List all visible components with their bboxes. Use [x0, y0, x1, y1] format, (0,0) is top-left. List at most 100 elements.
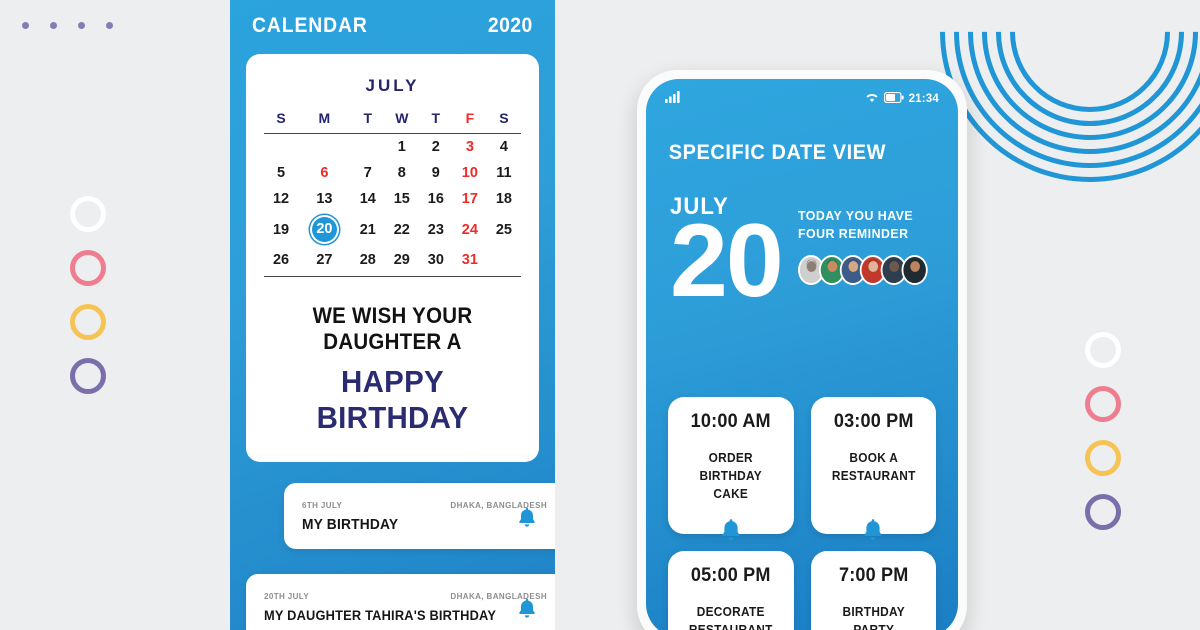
reminder-card[interactable]: 20TH JULY DHAKA, BANGLADESH MY DAUGHTER …: [246, 574, 555, 630]
calendar-day-cell[interactable]: 30: [418, 247, 453, 277]
screen-title: SPECIFIC DATE VIEW: [668, 141, 886, 164]
calendar-weekday-3: W: [384, 110, 419, 134]
calendar-day-cell[interactable]: 2: [419, 134, 453, 161]
decorative-ring: [1085, 494, 1121, 530]
avatar[interactable]: [901, 255, 928, 286]
reminder-card[interactable]: 6TH JULY DHAKA, BANGLADESH MY BIRTHDAY: [284, 483, 555, 549]
calendar-empty-cell: [486, 247, 521, 277]
calendar-weekday-1: M: [298, 110, 351, 134]
calendar-day-cell[interactable]: 27: [298, 247, 351, 277]
poster-title: CALENDAR: [252, 14, 368, 37]
wifi-icon: [865, 90, 879, 108]
date-block: JULY 20 TODAY YOU HAVE FOUR REMINDER: [646, 165, 958, 319]
wish-line-1: WE WISH YOUR DAUGHTER A: [312, 303, 473, 354]
event-time: 03:00 PM: [833, 411, 914, 432]
calendar-day-cell[interactable]: 14: [351, 186, 385, 212]
decorative-ring-column-left: [70, 196, 106, 394]
avatar-stack[interactable]: [798, 255, 929, 286]
event-description: ORDER BIRTHDAY CAKE: [699, 451, 763, 502]
bell-icon[interactable]: [862, 518, 884, 547]
calendar-week-row: 5 6 7 8 9 10 11: [264, 160, 521, 186]
calendar-day-cell[interactable]: 7: [351, 160, 385, 186]
calendar-week-row: 26 27 28 29 30 31: [264, 247, 521, 277]
decorative-arc-rings: [877, 0, 1200, 245]
decorative-dot: [22, 22, 29, 29]
calendar-day-cell[interactable]: 28: [350, 247, 385, 277]
event-description: DECORATERESTAURANT: [689, 605, 772, 630]
phone-month-label: JULY: [670, 193, 729, 220]
status-bar: 21:34: [646, 79, 958, 108]
reminder-meta: 20TH JULY DHAKA, BANGLADESH: [264, 592, 547, 601]
calendar-day-cell[interactable]: 22: [385, 212, 419, 247]
today-note-line-1: TODAY YOU HAVE: [798, 208, 914, 223]
event-time: 05:00 PM: [690, 565, 771, 586]
event-description: BOOK A RESTAURANT: [831, 451, 916, 484]
bell-icon[interactable]: [517, 598, 537, 625]
status-bar-right: 21:34: [865, 90, 939, 108]
calendar-day-cell[interactable]: 9: [419, 160, 453, 186]
signal-bars-icon: [665, 90, 680, 108]
decorative-ring: [1085, 440, 1121, 476]
wish-line-2: HAPPY BIRTHDAY: [316, 364, 469, 435]
calendar-empty-cell: [298, 134, 351, 161]
status-bar-time: 21:34: [908, 93, 939, 105]
decorative-ring: [1085, 332, 1121, 368]
calendar-day-cell[interactable]: 23: [419, 212, 453, 247]
calendar-day-cell[interactable]: 4: [487, 134, 521, 161]
event-time: 10:00 AM: [690, 411, 771, 432]
calendar-day-cell[interactable]: 10: [453, 160, 487, 186]
calendar-day-cell[interactable]: 5: [264, 160, 298, 186]
calendar-day-cell[interactable]: 3: [453, 134, 487, 161]
calendar-day-cell[interactable]: 29: [384, 247, 419, 277]
calendar-day-cell[interactable]: 17: [453, 186, 487, 212]
phone-mockup: 21:34 SPECIFIC DATE VIEW JULY 20 TODAY Y…: [637, 70, 967, 630]
calendar-day-cell[interactable]: 21: [351, 212, 385, 247]
calendar-day-cell[interactable]: 19: [264, 212, 298, 247]
event-card[interactable]: 7:00 PM BIRTHDAYPARTY: [810, 551, 936, 630]
poster-year: 2020: [488, 14, 533, 37]
decorative-ring: [70, 358, 106, 394]
calendar-selected-day[interactable]: 20: [311, 217, 337, 242]
battery-icon: [883, 90, 904, 108]
event-card[interactable]: 03:00 PM BOOK A RESTAURANT: [810, 397, 936, 540]
phone-day-number: 20: [670, 203, 784, 319]
calendar-day-cell[interactable]: 12: [264, 186, 298, 212]
event-card[interactable]: 05:00 PM DECORATERESTAURANT: [668, 551, 794, 630]
bell-icon[interactable]: [720, 518, 742, 547]
calendar-day-cell[interactable]: 25: [487, 212, 521, 247]
calendar-day-cell[interactable]: 20: [298, 212, 351, 247]
decorative-dot: [106, 22, 113, 29]
decorative-ring: [70, 196, 106, 232]
event-card[interactable]: 10:00 AM ORDER BIRTHDAY CAKE: [668, 397, 794, 540]
reminder-row-2: 20TH JULY DHAKA, BANGLADESH MY DAUGHTER …: [230, 574, 555, 630]
calendar-day-cell[interactable]: 1: [385, 134, 419, 161]
calendar-day-cell[interactable]: 24: [453, 212, 487, 247]
calendar-body[interactable]: 1 2 3 4 5 6 7 8 9 10 11 12 13 14 15 16 17 18 19 20 21 22 23 24 2…: [264, 134, 521, 277]
calendar-day-cell[interactable]: 11: [487, 160, 521, 186]
calendar-card: JULY SMTWTFS 1 2 3 4 5 6 7 8 9 10 11 12 13 14 15 16 17 18…: [246, 54, 539, 462]
calendar-weekday-6: S: [486, 110, 521, 134]
calendar-empty-cell: [264, 134, 298, 161]
calendar-weekday-5: F: [452, 110, 487, 134]
calendar-day-cell[interactable]: 8: [385, 160, 419, 186]
decorative-dot: [50, 22, 57, 29]
calendar-day-cell[interactable]: 16: [419, 186, 453, 212]
decorative-dot-grid: [22, 0, 152, 40]
poster-header: CALENDAR 2020: [230, 0, 555, 48]
decorative-ring: [70, 250, 106, 286]
calendar-weekday-0: S: [264, 110, 299, 134]
calendar-day-cell[interactable]: 15: [385, 186, 419, 212]
reminder-date: 6TH JULY: [302, 500, 343, 510]
bell-icon[interactable]: [517, 507, 537, 534]
reminder-row-1: 6TH JULY DHAKA, BANGLADESH MY BIRTHDAY: [230, 483, 555, 553]
calendar-day-cell[interactable]: 18: [487, 186, 521, 212]
calendar-day-cell[interactable]: 13: [298, 186, 351, 212]
reminder-date: 20TH JULY: [264, 592, 310, 601]
phone-screen: 21:34 SPECIFIC DATE VIEW JULY 20 TODAY Y…: [646, 79, 958, 630]
today-note-line-2: FOUR REMINDER: [798, 225, 909, 241]
calendar-day-cell[interactable]: 26: [264, 247, 299, 277]
calendar-grid[interactable]: SMTWTFS 1 2 3 4 5 6 7 8 9 10 11 12 13 14 15 16 17 18 19 20 2…: [264, 110, 521, 277]
calendar-day-cell[interactable]: 31: [452, 247, 487, 277]
calendar-day-cell[interactable]: 6: [298, 160, 351, 186]
decorative-dot: [78, 22, 85, 29]
